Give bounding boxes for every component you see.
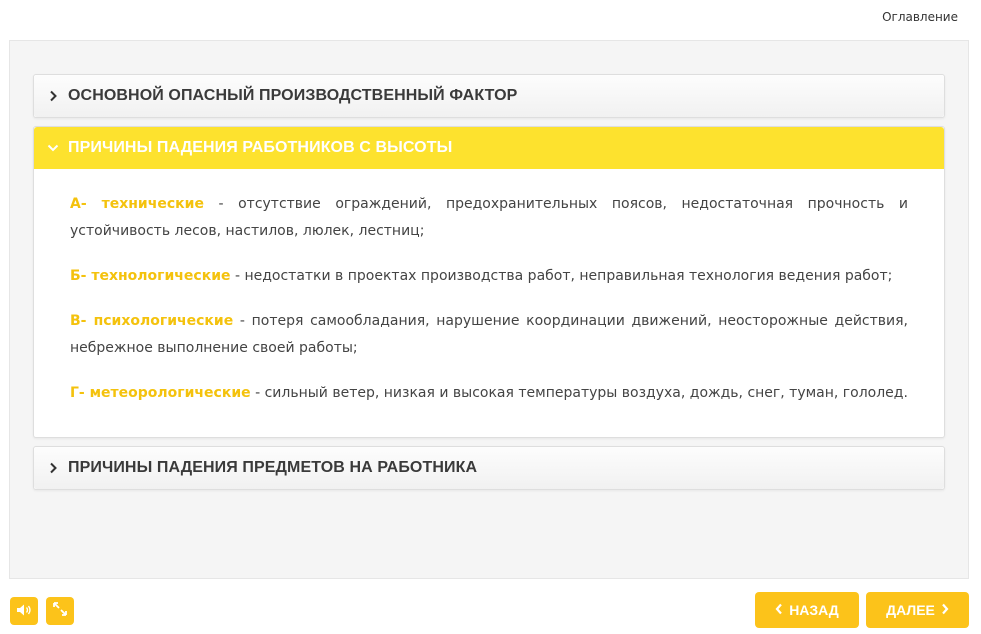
next-button[interactable]: ДАЛЕЕ bbox=[866, 592, 969, 628]
cause-term: Б- технологические bbox=[70, 268, 231, 284]
accordion-body: А- технические - отсутствие ограждений, … bbox=[34, 169, 944, 437]
back-button[interactable]: НАЗАД bbox=[755, 592, 859, 628]
back-label: НАЗАД bbox=[789, 602, 839, 618]
accordion: ОСНОВНОЙ ОПАСНЫЙ ПРОИЗВОДСТВЕННЫЙ ФАКТОР… bbox=[33, 74, 945, 498]
cause-paragraph: А- технические - отсутствие ограждений, … bbox=[70, 191, 908, 245]
cause-term: А- технические bbox=[70, 196, 204, 212]
accordion-header-falling-objects[interactable]: ПРИЧИНЫ ПАДЕНИЯ ПРЕДМЕТОВ НА РАБОТНИКА bbox=[34, 447, 944, 489]
accordion-title: ОСНОВНОЙ ОПАСНЫЙ ПРОИЗВОДСТВЕННЫЙ ФАКТОР bbox=[68, 87, 518, 104]
accordion-title: ПРИЧИНЫ ПАДЕНИЯ ПРЕДМЕТОВ НА РАБОТНИКА bbox=[68, 459, 478, 476]
toc-link[interactable]: Оглавление bbox=[882, 10, 958, 24]
cause-term: В- психологические bbox=[70, 313, 234, 329]
chevron-right-icon bbox=[941, 602, 949, 618]
chevron-right-icon bbox=[46, 89, 60, 103]
fullscreen-button[interactable] bbox=[46, 597, 74, 625]
cause-text: - сильный ветер, низкая и высокая темпер… bbox=[250, 385, 908, 401]
accordion-item-falling-objects: ПРИЧИНЫ ПАДЕНИЯ ПРЕДМЕТОВ НА РАБОТНИКА bbox=[33, 446, 945, 490]
accordion-title: ПРИЧИНЫ ПАДЕНИЯ РАБОТНИКОВ С ВЫСОТЫ bbox=[68, 139, 453, 156]
accordion-header-main-factor[interactable]: ОСНОВНОЙ ОПАСНЫЙ ПРОИЗВОДСТВЕННЫЙ ФАКТОР bbox=[34, 75, 944, 117]
cause-paragraph: В- психологические - потеря самообладани… bbox=[70, 308, 908, 362]
fullscreen-icon bbox=[52, 601, 68, 621]
chevron-down-icon bbox=[46, 141, 60, 155]
chevron-right-icon bbox=[46, 461, 60, 475]
cause-paragraph: Г- метеорологические - сильный ветер, ни… bbox=[70, 380, 908, 407]
sound-button[interactable] bbox=[10, 597, 38, 625]
cause-term: Г- метеорологические bbox=[70, 385, 251, 401]
player-controls bbox=[10, 597, 74, 625]
cause-paragraph: Б- технологические - недостатки в проект… bbox=[70, 263, 908, 290]
chevron-left-icon bbox=[775, 602, 783, 618]
accordion-header-falls-from-height[interactable]: ПРИЧИНЫ ПАДЕНИЯ РАБОТНИКОВ С ВЫСОТЫ bbox=[34, 127, 944, 169]
speaker-icon bbox=[16, 602, 32, 621]
accordion-item-falls-from-height: ПРИЧИНЫ ПАДЕНИЯ РАБОТНИКОВ С ВЫСОТЫ А- т… bbox=[33, 126, 945, 438]
content-stage: ОСНОВНОЙ ОПАСНЫЙ ПРОИЗВОДСТВЕННЫЙ ФАКТОР… bbox=[9, 40, 969, 579]
accordion-item-main-factor: ОСНОВНОЙ ОПАСНЫЙ ПРОИЗВОДСТВЕННЫЙ ФАКТОР bbox=[33, 74, 945, 118]
cause-text: - недостатки в проектах производства раб… bbox=[230, 268, 893, 284]
next-label: ДАЛЕЕ bbox=[886, 602, 935, 618]
